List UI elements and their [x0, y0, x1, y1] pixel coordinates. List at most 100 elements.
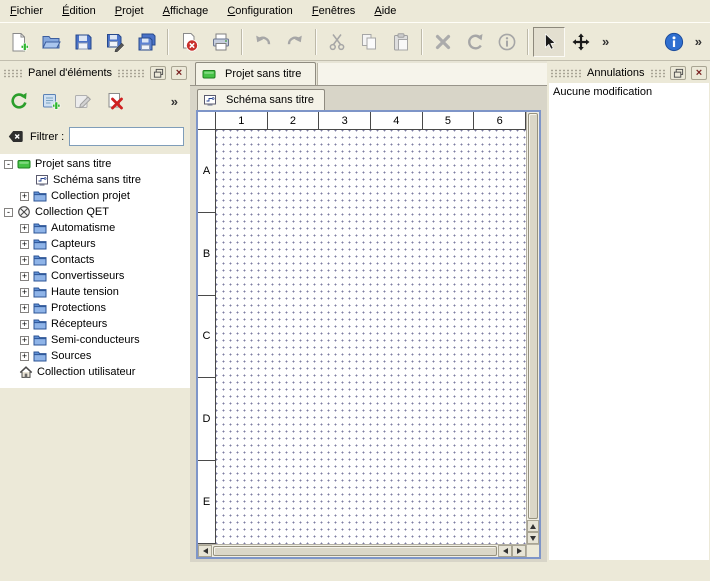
delete-element-button[interactable]	[101, 88, 128, 115]
down-arrow-icon	[530, 536, 536, 541]
elements-panel-titlebar[interactable]: Panel d'éléments ×	[3, 65, 187, 81]
expander-icon[interactable]: +	[20, 272, 29, 281]
toolbar-overflow-chevron[interactable]: »	[597, 27, 614, 57]
toolbar-separator	[167, 29, 169, 55]
tree-item-collection-qet[interactable]: - Collection QET	[0, 204, 190, 220]
about-qet-button[interactable]	[658, 27, 690, 57]
tree-item-label: Collection QET	[35, 206, 109, 218]
float-panel-button[interactable]	[150, 66, 166, 80]
cut-button[interactable]	[321, 27, 353, 57]
redo-button[interactable]	[279, 27, 311, 57]
tab-projet-sans-titre[interactable]: Projet sans titre	[195, 62, 316, 85]
scroll-left-button-2[interactable]	[498, 545, 512, 557]
tree-item-automatisme[interactable]: + Automatisme	[0, 220, 190, 236]
clear-filter-button[interactable]	[7, 128, 25, 146]
expander-icon[interactable]: +	[20, 288, 29, 297]
expander-icon[interactable]: +	[20, 320, 29, 329]
expander-icon[interactable]: -	[4, 160, 13, 169]
save-all-button[interactable]	[131, 27, 163, 57]
dock-grip	[3, 69, 23, 78]
expander-icon[interactable]: +	[20, 304, 29, 313]
tree-item-label: Protections	[51, 302, 106, 314]
tree-item-collection-projet[interactable]: + Collection projet	[0, 188, 190, 204]
tree-item-collection-utilisateur[interactable]: Collection utilisateur	[0, 364, 190, 380]
close-panel-button[interactable]: ×	[691, 66, 707, 80]
row-label: C	[198, 296, 215, 379]
help-toolbar-overflow-chevron[interactable]: »	[690, 27, 707, 57]
menu-edition[interactable]: Édition	[54, 0, 104, 22]
tree-item-contacts[interactable]: + Contacts	[0, 252, 190, 268]
folder-icon	[33, 285, 47, 299]
expander-icon[interactable]: +	[20, 256, 29, 265]
tree-item-label: Contacts	[51, 254, 94, 266]
column-label: 1	[216, 112, 268, 129]
undo-panel-titlebar[interactable]: Annulations ×	[550, 65, 707, 81]
open-project-button[interactable]	[35, 27, 67, 57]
expander-icon[interactable]: +	[20, 352, 29, 361]
copy-button[interactable]	[353, 27, 385, 57]
undo-button[interactable]	[247, 27, 279, 57]
tree-item-convertisseurs[interactable]: + Convertisseurs	[0, 268, 190, 284]
expander-icon[interactable]: +	[20, 224, 29, 233]
rotate-button[interactable]	[459, 27, 491, 57]
new-document-button[interactable]	[3, 27, 35, 57]
vertical-scrollbar[interactable]	[526, 112, 539, 544]
info-gray-icon	[497, 32, 517, 52]
tree-item-projet-sans-titre[interactable]: - Projet sans titre	[0, 156, 190, 172]
new-document-icon	[9, 32, 29, 52]
reload-collections-button[interactable]	[5, 88, 32, 115]
tree-item-label: Semi-conducteurs	[51, 334, 140, 346]
scroll-down-button[interactable]	[527, 532, 539, 544]
save-as-button[interactable]	[99, 27, 131, 57]
float-panel-button[interactable]	[670, 66, 686, 80]
tree-item-protections[interactable]: + Protections	[0, 300, 190, 316]
tree-item-semi-conducteurs[interactable]: + Semi-conducteurs	[0, 332, 190, 348]
filter-row: Filtrer :	[0, 119, 190, 152]
expander-icon[interactable]: -	[4, 208, 13, 217]
print-button[interactable]	[205, 27, 237, 57]
filter-input[interactable]	[69, 127, 184, 146]
panel-toolbar-overflow-chevron[interactable]: »	[166, 86, 183, 116]
edit-element-button[interactable]	[69, 88, 96, 115]
menu-projet[interactable]: Projet	[107, 0, 152, 22]
project-icon	[17, 157, 31, 171]
expander-icon[interactable]: +	[20, 192, 29, 201]
tree-item-capteurs[interactable]: + Capteurs	[0, 236, 190, 252]
tree-item-schema-sans-titre[interactable]: Schéma sans titre	[0, 172, 190, 188]
tab-schema-sans-titre[interactable]: Schéma sans titre	[197, 89, 325, 110]
expander-icon[interactable]: +	[20, 240, 29, 249]
paste-button[interactable]	[385, 27, 417, 57]
tree-item-haute-tension[interactable]: + Haute tension	[0, 284, 190, 300]
tree-item-sources[interactable]: + Sources	[0, 348, 190, 364]
schema-subwindow: Schéma sans titre 1 2 3 4 5 6	[196, 88, 541, 559]
scroll-right-button[interactable]	[512, 545, 526, 557]
select-mode-button[interactable]	[533, 27, 565, 57]
new-element-button[interactable]	[37, 88, 64, 115]
status-bar	[0, 562, 710, 581]
menu-fenetres[interactable]: Fenêtres	[304, 0, 363, 22]
folder-icon	[33, 189, 47, 203]
menu-aide[interactable]: Aide	[366, 0, 404, 22]
element-info-button[interactable]	[491, 27, 523, 57]
horizontal-scrollbar-thumb[interactable]	[213, 546, 497, 556]
up-arrow-icon	[530, 524, 536, 529]
scroll-up-button[interactable]	[527, 520, 539, 532]
expander-icon[interactable]: +	[20, 336, 29, 345]
horizontal-scrollbar[interactable]	[198, 544, 526, 557]
scroll-left-button[interactable]	[198, 545, 212, 557]
close-panel-button[interactable]: ×	[171, 66, 187, 80]
column-label: 5	[423, 112, 475, 129]
schema-icon	[203, 93, 217, 107]
print-icon	[211, 32, 231, 52]
rotate-icon	[465, 32, 485, 52]
delete-button[interactable]	[427, 27, 459, 57]
tree-item-recepteurs[interactable]: + Récepteurs	[0, 316, 190, 332]
save-button[interactable]	[67, 27, 99, 57]
schema-canvas[interactable]	[216, 130, 526, 544]
menu-configuration[interactable]: Configuration	[219, 0, 300, 22]
menu-fichier[interactable]: Fichier	[2, 0, 51, 22]
vertical-scrollbar-thumb[interactable]	[528, 113, 538, 519]
close-document-button[interactable]	[173, 27, 205, 57]
pan-mode-button[interactable]	[565, 27, 597, 57]
menu-affichage[interactable]: Affichage	[155, 0, 217, 22]
